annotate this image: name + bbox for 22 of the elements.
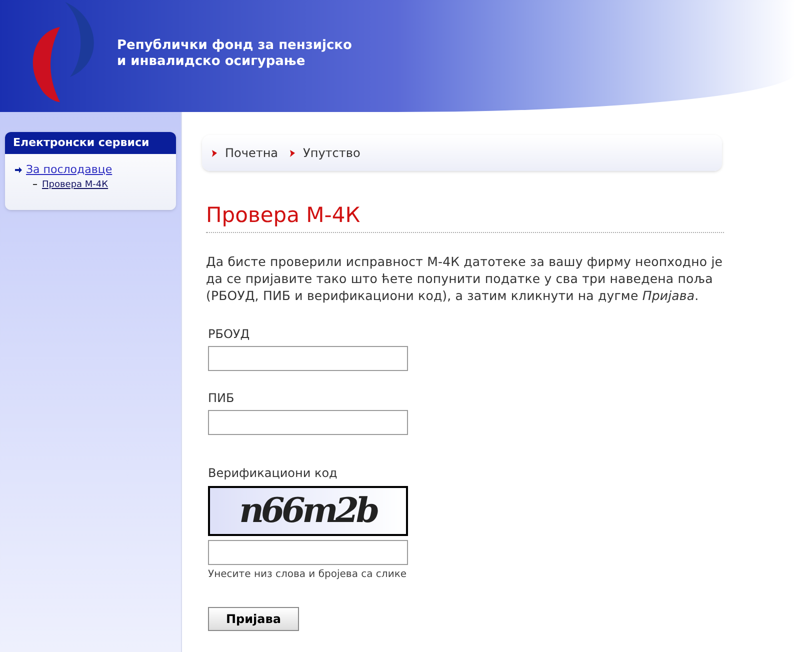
hint-text: Унесите низ слова и бројева са слике (208, 568, 408, 582)
field-label: Верификациони код (208, 465, 338, 481)
sidebar-title: Електронски сервиси (5, 132, 176, 154)
field-label: РБОУД (208, 326, 251, 342)
input-field[interactable] (208, 346, 408, 371)
arrow-icon (15, 167, 22, 174)
login-button[interactable]: Пријава (208, 607, 299, 631)
page-title: Провера М-4К (206, 202, 362, 229)
organization-name: и инвалидско осигурање (117, 54, 306, 70)
intro-paragraph: Да бисте проверили исправност М-4К датотеке за вашу фирму неопходно је да се пријавите тако што ћете попунити податке у сва три наведена поља (РБОУД, ПИБ и верификациони код), а затим кликнути на дугме Пријава. (206, 253, 724, 304)
breadcrumb-link[interactable]: Почетна (225, 144, 278, 162)
sidebar-sublink[interactable]: Провера М-4К (42, 178, 108, 190)
field-label: ПИБ (208, 390, 236, 406)
breadcrumb-link[interactable]: Упутство (303, 144, 360, 162)
arrow-icon (212, 150, 217, 156)
input-field[interactable] (208, 410, 408, 435)
input-field[interactable] (208, 540, 408, 565)
captcha-image: n66m2b (208, 486, 408, 536)
dash-icon (33, 184, 37, 185)
sidebar-link[interactable]: За послодавце (26, 162, 112, 178)
arrow-icon (290, 150, 296, 156)
organization-name: Републички фонд за пензијско (117, 38, 352, 54)
